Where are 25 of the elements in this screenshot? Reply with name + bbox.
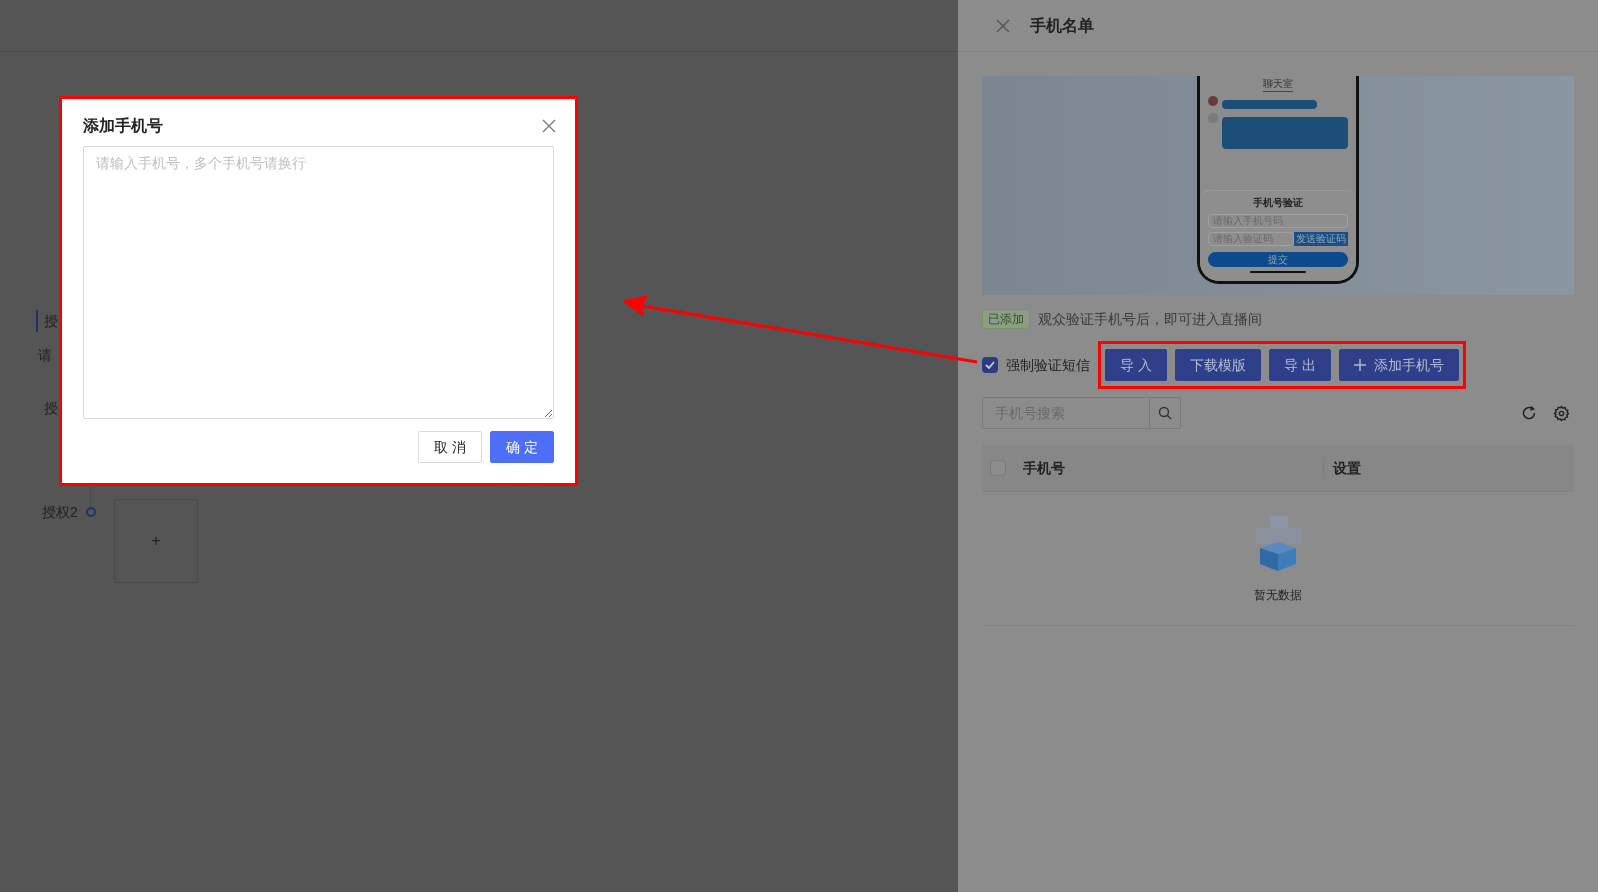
phone-input-field[interactable]: 请输入手机号，多个手机号请换行 xyxy=(83,146,554,419)
action-button[interactable]: 下载模版 xyxy=(1174,349,1261,381)
settings-icon[interactable] xyxy=(1553,404,1570,422)
plus-icon xyxy=(1353,359,1366,371)
search-icon xyxy=(1158,406,1172,420)
empty-text: 暂无数据 xyxy=(1254,586,1302,604)
close-icon[interactable] xyxy=(542,119,556,133)
column-header: 手机号 xyxy=(1023,458,1066,478)
sheet-title: 手机号验证 xyxy=(1253,196,1303,210)
drawer-title: 手机名单 xyxy=(1030,15,1094,36)
dialog-title: 添加手机号 xyxy=(83,116,163,136)
checkbox-label: 强制验证短信 xyxy=(1006,355,1090,375)
confirm-button[interactable]: 确 定 xyxy=(490,431,554,463)
cancel-button[interactable]: 取 消 xyxy=(418,431,483,463)
description-text: 观众验证手机号后，即可进入直播间 xyxy=(1038,309,1262,329)
refresh-icon[interactable] xyxy=(1521,405,1537,421)
column-header: 设置 xyxy=(1333,458,1361,478)
status-tag: 已添加 xyxy=(982,309,1030,329)
checkbox[interactable] xyxy=(982,357,998,373)
checkmark-icon xyxy=(985,361,995,369)
action-button[interactable]: 导 入 xyxy=(1105,349,1167,381)
close-icon[interactable] xyxy=(996,18,1010,33)
action-button[interactable]: 导 出 xyxy=(1268,349,1331,381)
action-button[interactable]: 添加手机号 xyxy=(1338,349,1459,381)
search-button[interactable] xyxy=(1150,397,1181,429)
